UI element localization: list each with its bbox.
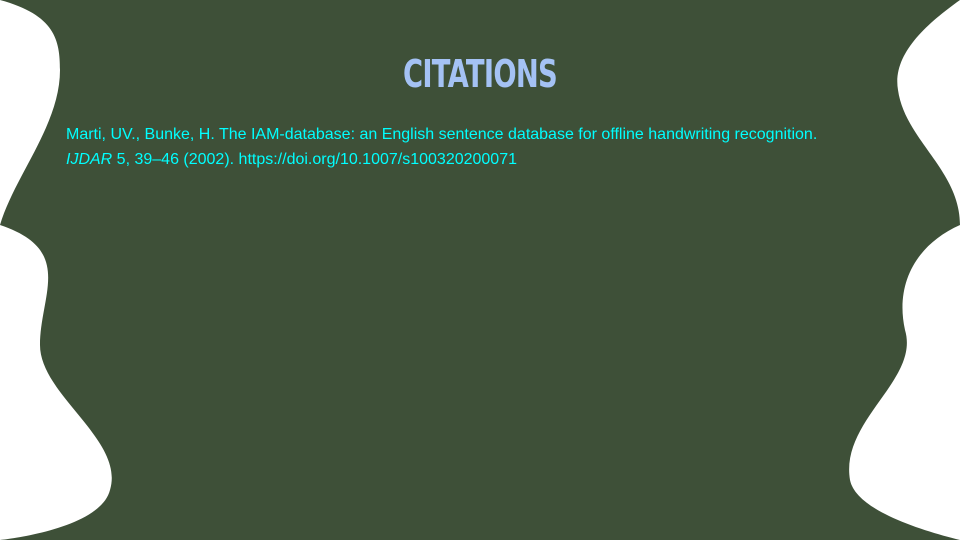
slide: CITATIONS Marti, UV., Bunke, H. The IAM-…: [0, 0, 960, 540]
citation-journal: IJDAR: [66, 151, 113, 168]
citation-line-1: Marti, UV., Bunke, H. The IAM-database: …: [66, 126, 818, 143]
citation-text: Marti, UV., Bunke, H. The IAM-database: …: [66, 122, 906, 172]
citation-line-2: 5, 39–46 (2002). https://doi.org/10.1007…: [112, 151, 517, 168]
slide-title: CITATIONS: [402, 52, 558, 96]
